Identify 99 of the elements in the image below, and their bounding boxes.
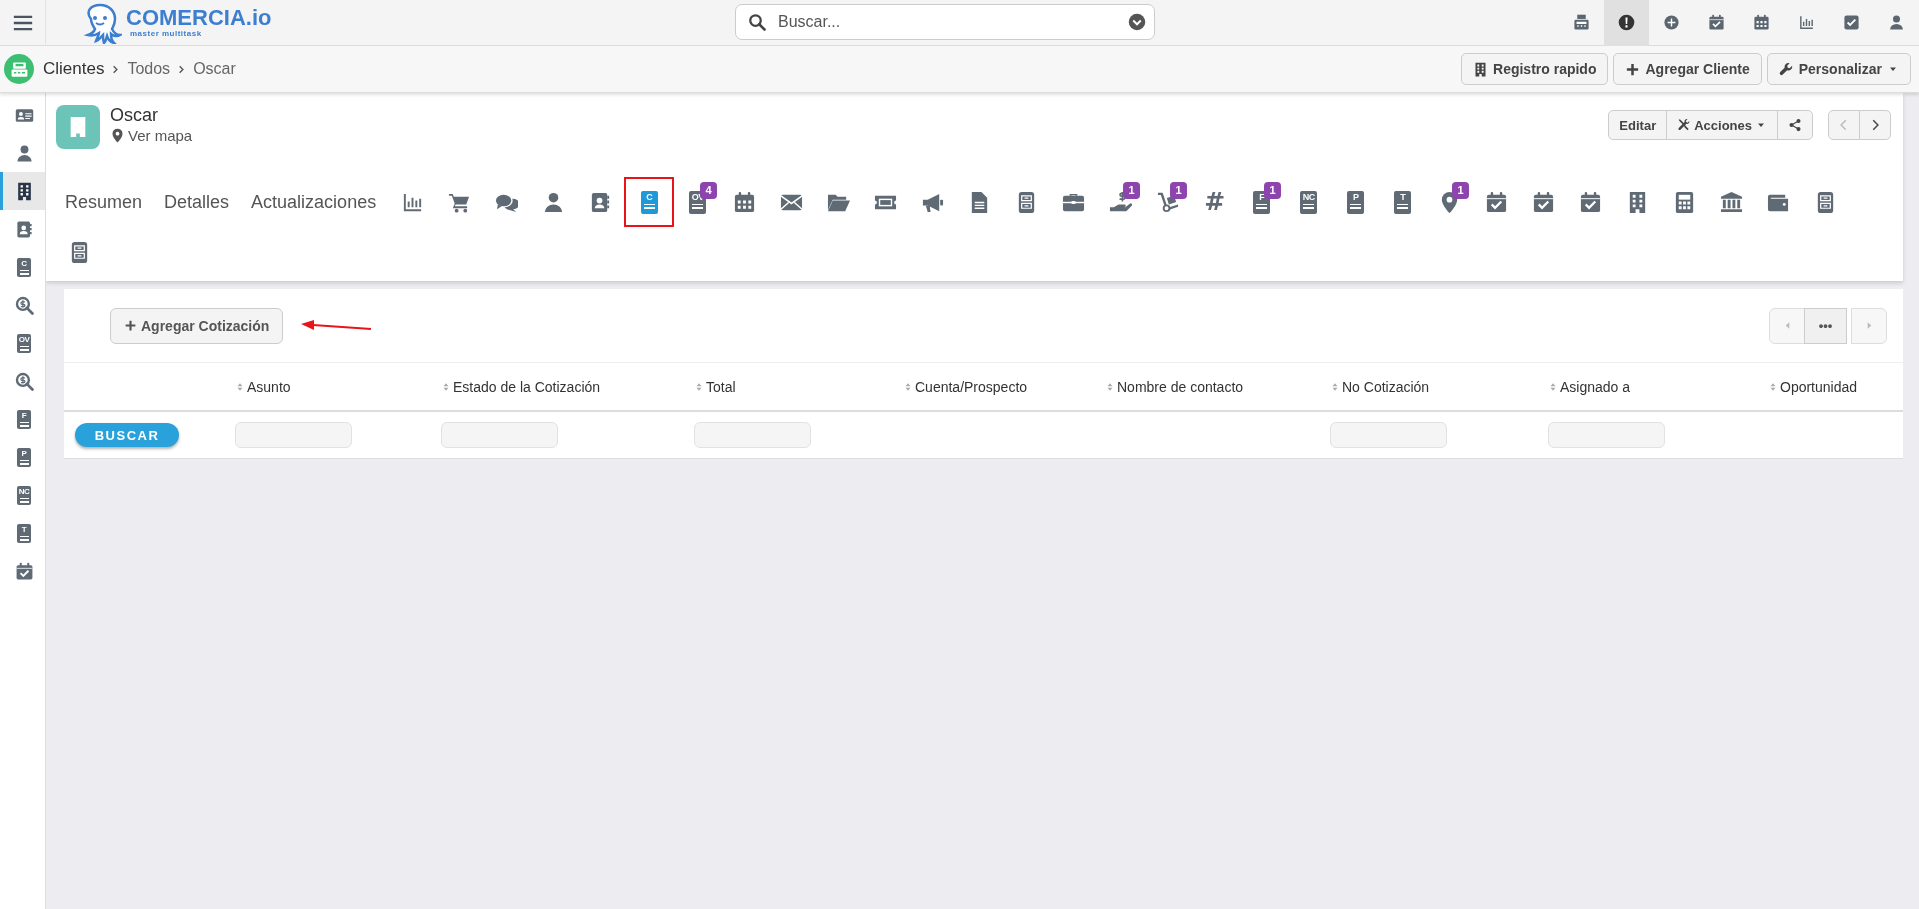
icon-tab[interactable]: F 1: [1238, 179, 1286, 225]
calendar-icon: [1753, 14, 1770, 31]
share-button[interactable]: [1777, 110, 1813, 140]
count-badge: 1: [1123, 182, 1141, 199]
sort-icon: [235, 381, 245, 392]
icon-tab[interactable]: #: [1191, 179, 1239, 225]
record-name: Oscar: [110, 105, 159, 125]
search-icon: [748, 13, 766, 31]
add-icon: [1663, 14, 1680, 31]
sidebar-item[interactable]: P: [0, 438, 45, 476]
sort-icon: [1768, 381, 1778, 392]
calendar-check-icon: [1579, 190, 1603, 214]
document-icon: NC: [1300, 190, 1318, 214]
count-badge: 1: [1170, 182, 1188, 199]
dropdown-icon: [1128, 13, 1146, 31]
column-header[interactable]: Estado de la Cotización: [441, 378, 601, 395]
icon-tab[interactable]: 1: [1144, 179, 1192, 225]
map-pin-icon: [110, 128, 125, 143]
count-badge: 1: [1264, 182, 1282, 199]
logo-tagline: master multitask: [130, 29, 203, 38]
sidebar-item[interactable]: NC: [0, 476, 45, 514]
document-icon: P: [1347, 190, 1365, 214]
column-header[interactable]: Asignado a: [1548, 378, 1631, 395]
wrench-icon: [1778, 61, 1794, 77]
toolbar-button[interactable]: Personalizar: [1766, 53, 1911, 85]
filter-field[interactable]: [1330, 422, 1447, 448]
sidebar-item[interactable]: OV: [0, 324, 45, 362]
icon-tab[interactable]: 1: [1426, 179, 1474, 225]
hash-icon: #: [1202, 190, 1227, 214]
column-header[interactable]: Cuenta/Prospecto: [903, 378, 1028, 395]
share-icon: [1788, 118, 1802, 132]
column-header[interactable]: Nombre de contacto: [1105, 378, 1244, 395]
filter-field[interactable]: [1548, 422, 1665, 448]
breadcrumb-link[interactable]: Clientes: [43, 59, 105, 79]
tab[interactable]: Actualizaciones: [242, 179, 386, 225]
checkbox-icon: [1843, 14, 1860, 31]
document-icon: C: [640, 190, 658, 214]
filter-field[interactable]: [694, 422, 811, 448]
document-icon: F: [17, 409, 31, 429]
breadcrumb-link[interactable]: Oscar: [193, 60, 236, 78]
document-icon: NC: [17, 485, 31, 505]
sidebar-item[interactable]: C: [0, 248, 45, 286]
actions-button[interactable]: Acciones: [1666, 110, 1778, 140]
more-button[interactable]: •••: [1804, 307, 1847, 344]
filter-field[interactable]: [235, 422, 352, 448]
toolbar-button[interactable]: [1604, 0, 1649, 46]
sort-icon: [694, 381, 704, 392]
icon-tab[interactable]: 1: [1097, 179, 1145, 225]
edit-button[interactable]: Editar: [1608, 110, 1668, 140]
calendar-check-icon: [1485, 190, 1509, 214]
filter-field[interactable]: [441, 422, 558, 448]
sort-icon: [1548, 381, 1558, 392]
search-field[interactable]: Buscar...: [778, 13, 1116, 31]
add-icon: [1625, 61, 1641, 77]
count-badge: 1: [1452, 182, 1470, 199]
add-quote-button[interactable]: Agregar Cotización: [110, 307, 284, 344]
cash-register-icon: [9, 59, 29, 79]
sidebar-item[interactable]: [0, 172, 45, 210]
search-box[interactable]: Buscar...: [735, 4, 1155, 40]
sort-icon: [441, 381, 451, 392]
document-icon: C: [17, 257, 31, 277]
sidebar-item[interactable]: F: [0, 400, 45, 438]
contact-book-icon: [14, 219, 34, 239]
building-icon: [1473, 61, 1488, 77]
bar-chart-icon: [1798, 14, 1815, 31]
tab[interactable]: Resumen: [56, 179, 152, 225]
dollar-search-icon: [14, 295, 34, 315]
document-icon: T: [1394, 190, 1412, 214]
sort-icon: [1105, 381, 1115, 392]
person-icon: [1888, 14, 1905, 31]
column-header[interactable]: Oportunidad: [1768, 378, 1858, 395]
document-icon: T: [17, 523, 31, 543]
alert-icon: [1618, 14, 1635, 31]
bank-icon: [1720, 190, 1744, 214]
toolbar-button[interactable]: Registro rapido: [1461, 53, 1609, 85]
calendar-check-icon: [1532, 190, 1556, 214]
breadcrumb-link[interactable]: Todos: [127, 60, 171, 78]
dollar-search-icon: [14, 371, 34, 391]
toolbar-button[interactable]: Agregar Cliente: [1613, 53, 1762, 85]
sidebar-item[interactable]: T: [0, 514, 45, 552]
add-icon: [124, 319, 137, 332]
calendar-check-icon: [14, 561, 34, 581]
column-header[interactable]: No Cotización: [1330, 378, 1430, 395]
document-icon: OV: [17, 333, 31, 353]
icon-tab[interactable]: NC: [1285, 179, 1333, 225]
column-header[interactable]: Asunto: [235, 378, 291, 395]
icon-tab[interactable]: P: [1332, 179, 1380, 225]
map-link[interactable]: Ver mapa: [110, 127, 193, 144]
fax-icon: [1573, 14, 1590, 31]
sort-icon: [1330, 381, 1340, 392]
column-header[interactable]: Total: [694, 378, 736, 395]
calendar-check-icon: [1708, 14, 1725, 31]
document-icon: P: [17, 447, 31, 467]
tab[interactable]: Detalles: [155, 179, 239, 225]
tools-icon: [1677, 118, 1692, 132]
calendar-icon: [733, 190, 757, 214]
logo-text: COMERCIA.io: [126, 7, 272, 29]
icon-tab[interactable]: T: [1379, 179, 1427, 225]
sort-icon: [903, 381, 913, 392]
